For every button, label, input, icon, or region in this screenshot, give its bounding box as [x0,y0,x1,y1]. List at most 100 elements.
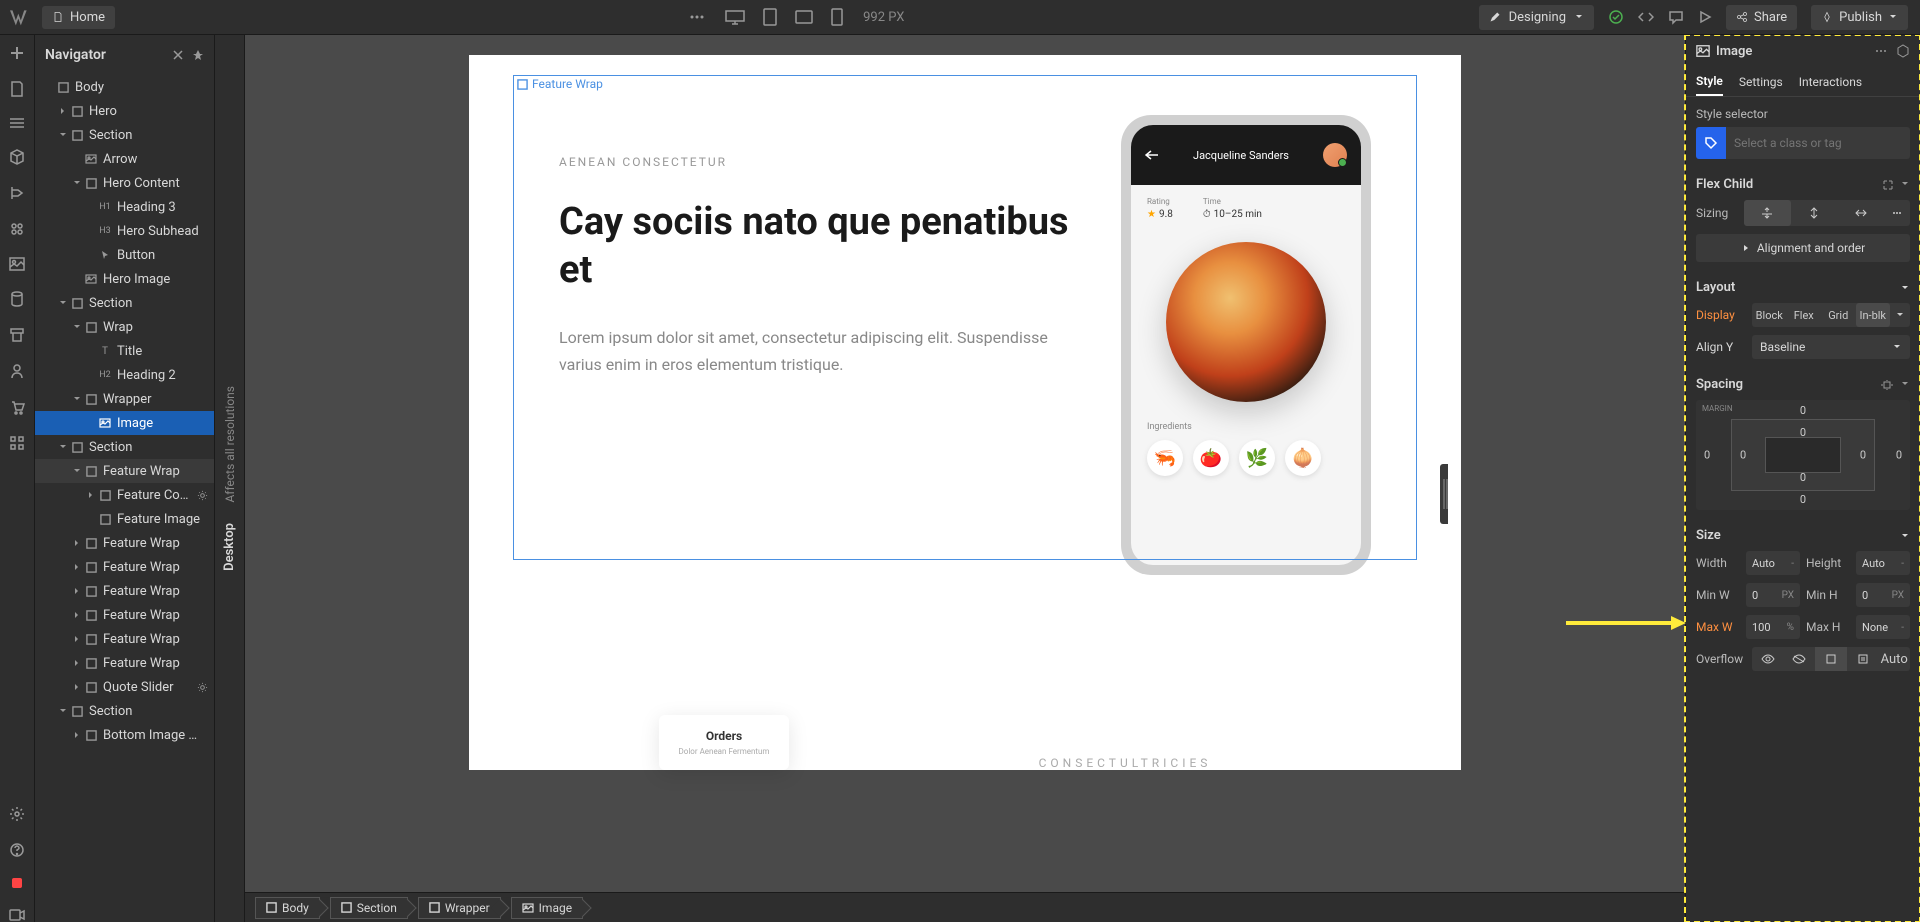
video-icon[interactable] [9,908,25,922]
tree-item[interactable]: Hero Image [35,267,214,291]
tree-item[interactable]: Feature Image [35,507,214,531]
tree-item[interactable]: Feature Wrap [35,603,214,627]
tab-settings[interactable]: Settings [1739,67,1783,96]
share-button[interactable]: Share [1726,5,1797,30]
tablet-landscape-icon[interactable] [795,10,813,24]
comment-icon[interactable] [1668,9,1684,25]
maxw-input[interactable]: 100% [1746,615,1800,639]
display-flex[interactable]: Flex [1787,303,1822,327]
sizing-shrink[interactable] [1744,200,1791,226]
breadcrumb-item[interactable]: Image [511,897,583,919]
mobile-icon[interactable] [831,8,843,26]
sizing-none[interactable] [1837,200,1884,226]
tree-item[interactable]: Feature Wrap [35,555,214,579]
tree-item[interactable]: Wrap [35,315,214,339]
collapse-icon[interactable] [172,49,184,61]
tree-item[interactable]: Section [35,699,214,723]
chevron-down-icon[interactable] [1900,531,1910,541]
tree-item[interactable]: Section [35,291,214,315]
tablet-icon[interactable] [763,8,777,26]
pages-icon[interactable] [10,81,24,97]
variables-icon[interactable] [9,185,25,201]
navigator-icon[interactable] [9,117,25,129]
canvas-resize-handle[interactable] [1440,464,1448,524]
width-input[interactable]: Auto- [1746,551,1800,575]
overflow-hidden[interactable] [1784,647,1816,671]
tab-style[interactable]: Style [1696,67,1723,96]
help-icon[interactable] [9,842,25,858]
tree-item[interactable]: Feature Wrap [35,579,214,603]
tree-item[interactable]: TTitle [35,339,214,363]
tab-interactions[interactable]: Interactions [1799,67,1862,96]
tree-item[interactable]: Feature Wrap [35,651,214,675]
class-selector[interactable] [1696,127,1910,159]
chevron-down-icon[interactable] [1900,379,1910,389]
ecommerce-icon[interactable] [9,399,25,415]
tree-item[interactable]: Section [35,435,214,459]
pin-icon[interactable] [192,49,204,61]
cms-icon[interactable] [10,291,24,307]
class-input[interactable] [1726,136,1910,150]
tree-item[interactable]: Quote Slider [35,675,214,699]
margin-left[interactable]: 0 [1704,449,1710,462]
height-input[interactable]: Auto- [1856,551,1910,575]
page-preview[interactable]: Feature Wrap AENEAN CONSECTETUR Cay soci… [469,55,1461,770]
users-icon[interactable] [10,363,24,379]
sizing-segment[interactable] [1744,200,1910,226]
apps-icon[interactable] [9,435,25,451]
assets-icon[interactable] [9,257,25,271]
minh-input[interactable]: 0PX [1856,583,1910,607]
display-more[interactable] [1890,303,1910,327]
tree-item[interactable]: Feature Wrap [35,627,214,651]
overflow-scroll2[interactable] [1847,647,1879,671]
display-segment[interactable]: Block Flex Grid In-blk [1752,303,1910,327]
breadcrumb-item[interactable]: Section [330,897,408,919]
display-grid[interactable]: Grid [1821,303,1856,327]
overflow-visible[interactable] [1752,647,1784,671]
spacing-editor[interactable]: MARGIN PADDING 0 0 0 0 0 0 0 0 [1696,400,1910,510]
check-circle-icon[interactable] [1608,9,1624,25]
sizing-more[interactable] [1884,200,1910,226]
overflow-segment[interactable]: Auto [1752,647,1910,671]
tree-item[interactable]: Button [35,243,214,267]
tree-item[interactable]: Arrow [35,147,214,171]
margin-top[interactable]: 0 [1800,404,1806,417]
settings-icon[interactable] [9,806,25,822]
tree-item[interactable]: Feature Wrap [35,531,214,555]
padding-right[interactable]: 0 [1860,449,1866,462]
padding-left[interactable]: 0 [1740,449,1746,462]
tree-item[interactable]: Feature Cont... [35,483,214,507]
padding-top[interactable]: 0 [1800,426,1806,439]
tree-item[interactable]: H3Hero Subhead [35,219,214,243]
more-icon[interactable] [1874,44,1888,58]
dots-icon[interactable] [689,9,705,25]
minw-input[interactable]: 0PX [1746,583,1800,607]
align-y-select[interactable]: Baseline [1752,335,1910,359]
tree-item[interactable]: H1Heading 3 [35,195,214,219]
code-icon[interactable] [1638,9,1654,25]
focus-icon[interactable] [1882,179,1894,191]
breadcrumb-item[interactable]: Wrapper [418,897,501,919]
tree-item[interactable]: Hero [35,99,214,123]
sizing-grow[interactable] [1791,200,1838,226]
publish-button[interactable]: Publish [1811,5,1908,30]
margin-bottom[interactable]: 0 [1800,493,1806,506]
tree-item[interactable]: H2Heading 2 [35,363,214,387]
overflow-scroll[interactable] [1815,647,1847,671]
play-icon[interactable] [1698,10,1712,24]
breadcrumb-item[interactable]: Body [255,897,320,919]
tree-item[interactable]: Wrapper [35,387,214,411]
chevron-down-icon[interactable] [1900,283,1910,293]
overflow-auto[interactable]: Auto [1878,647,1910,671]
desktop-large-icon[interactable] [725,9,745,25]
chevron-down-icon[interactable] [1900,179,1910,189]
products-icon[interactable] [9,327,25,343]
canvas-stage[interactable]: Feature Wrap AENEAN CONSECTETUR Cay soci… [245,35,1685,892]
tree-item[interactable]: Body [35,75,214,99]
display-block[interactable]: Block [1752,303,1787,327]
tree-item[interactable]: Hero Content [35,171,214,195]
padding-bottom[interactable]: 0 [1800,471,1806,484]
spacing-mode-icon[interactable] [1880,379,1894,391]
alignment-expand[interactable]: Alignment and order [1696,234,1910,262]
add-icon[interactable] [9,45,25,61]
